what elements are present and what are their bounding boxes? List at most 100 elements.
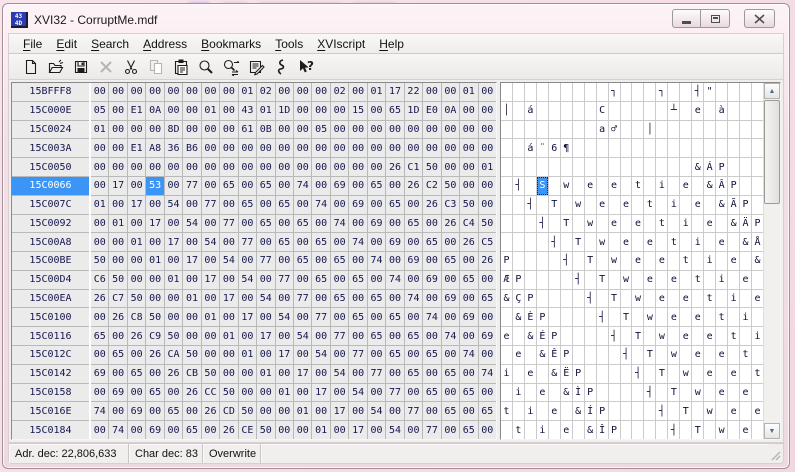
char-cell[interactable]: t — [501, 402, 512, 420]
hex-byte-cell[interactable]: 00 — [423, 83, 440, 101]
char-cell[interactable] — [609, 158, 620, 176]
hex-byte-cell[interactable]: 01 — [165, 271, 182, 289]
hex-byte-cell[interactable]: 00 — [165, 290, 182, 308]
hex-byte-cell[interactable]: 65 — [386, 346, 403, 364]
hex-byte-cell[interactable]: 00 — [91, 139, 108, 157]
char-cell[interactable] — [621, 327, 632, 345]
char-cell[interactable] — [680, 421, 691, 439]
char-cell[interactable]: e — [680, 327, 691, 345]
char-cell[interactable] — [644, 252, 655, 270]
hex-byte-cell[interactable]: 54 — [349, 384, 366, 402]
char-cell[interactable] — [728, 158, 739, 176]
hex-byte-cell[interactable]: 50 — [220, 384, 237, 402]
new-file-button[interactable] — [18, 56, 43, 78]
char-cell[interactable] — [728, 384, 739, 402]
hex-byte-cell[interactable]: 50 — [165, 327, 182, 345]
char-cell[interactable] — [752, 177, 763, 195]
hex-byte-cell[interactable]: 00 — [294, 308, 311, 326]
char-cell[interactable] — [680, 233, 691, 251]
hex-byte-cell[interactable]: 26 — [386, 158, 403, 176]
char-cell[interactable]: P — [752, 215, 763, 233]
hex-byte-cell[interactable]: 50 — [239, 402, 256, 420]
char-cell[interactable] — [609, 196, 620, 214]
hex-byte-cell[interactable]: 00 — [146, 196, 163, 214]
hex-byte-cell[interactable]: 65 — [368, 327, 385, 345]
hex-byte-cell[interactable]: 00 — [146, 271, 163, 289]
char-cell[interactable] — [632, 402, 643, 420]
hex-byte-cell[interactable]: 00 — [368, 121, 385, 139]
char-cell[interactable] — [549, 271, 560, 289]
hex-byte-cell[interactable]: 00 — [349, 158, 366, 176]
char-cell[interactable]: w — [680, 365, 691, 383]
hex-byte-cell[interactable]: 00 — [331, 102, 348, 120]
hex-byte-cell[interactable]: 00 — [294, 346, 311, 364]
hex-byte-cell[interactable]: 65 — [165, 402, 182, 420]
char-cell[interactable] — [573, 346, 584, 364]
char-cell[interactable] — [561, 327, 572, 345]
char-cell[interactable]: w — [585, 215, 596, 233]
char-cell[interactable]: e — [561, 421, 572, 439]
hex-byte-cell[interactable]: 00 — [349, 402, 366, 420]
char-cell[interactable] — [632, 233, 643, 251]
hex-byte-cell[interactable]: 00 — [128, 421, 145, 439]
hex-byte-cell[interactable]: 69 — [128, 402, 145, 420]
hex-byte-cell[interactable]: 00 — [165, 177, 182, 195]
char-cell[interactable]: w — [668, 346, 679, 364]
char-cell[interactable] — [609, 233, 620, 251]
hex-byte-cell[interactable]: 65 — [442, 365, 459, 383]
hex-byte-cell[interactable]: 00 — [165, 83, 182, 101]
hex-byte-cell[interactable]: 00 — [294, 233, 311, 251]
char-cell[interactable]: Ì — [573, 384, 584, 402]
char-cell[interactable] — [716, 327, 727, 345]
char-cell[interactable]: e — [716, 384, 727, 402]
char-cell[interactable] — [704, 139, 715, 157]
hex-byte-cell[interactable]: 00 — [276, 365, 293, 383]
char-cell[interactable] — [621, 83, 632, 101]
char-cell[interactable]: È — [525, 308, 536, 326]
char-cell[interactable]: e — [585, 177, 596, 195]
hex-byte-cell[interactable]: CB — [183, 365, 200, 383]
char-cell[interactable] — [609, 139, 620, 157]
char-cell[interactable] — [501, 215, 512, 233]
char-cell[interactable] — [573, 215, 584, 233]
char-cell[interactable] — [728, 83, 739, 101]
char-cell[interactable] — [573, 139, 584, 157]
hex-byte-cell[interactable]: 00 — [423, 215, 440, 233]
hex-byte-cell[interactable]: 00 — [479, 121, 496, 139]
char-cell[interactable] — [597, 384, 608, 402]
char-cell[interactable] — [621, 421, 632, 439]
char-cell[interactable] — [728, 271, 739, 289]
char-cell[interactable]: e — [692, 102, 703, 120]
char-cell[interactable] — [752, 271, 763, 289]
char-cell[interactable]: e — [704, 365, 715, 383]
char-cell[interactable]: i — [740, 308, 751, 326]
char-cell[interactable] — [632, 139, 643, 157]
hex-byte-cell[interactable]: 00 — [202, 215, 219, 233]
char-cell[interactable] — [632, 384, 643, 402]
hex-byte-cell[interactable]: 69 — [423, 271, 440, 289]
hex-byte-cell[interactable]: 77 — [202, 196, 219, 214]
char-cell[interactable]: t — [632, 177, 643, 195]
hex-byte-cell[interactable]: 00 — [368, 271, 385, 289]
hex-byte-cell[interactable]: 00 — [239, 365, 256, 383]
char-cell[interactable]: e — [656, 290, 667, 308]
char-cell[interactable] — [656, 196, 667, 214]
char-cell[interactable] — [609, 271, 620, 289]
char-cell[interactable]: ┤ — [549, 233, 560, 251]
char-cell[interactable]: ┴ — [668, 102, 679, 120]
char-cell[interactable]: e — [621, 196, 632, 214]
char-cell[interactable] — [573, 252, 584, 270]
hex-byte-cell[interactable]: 65 — [405, 365, 422, 383]
char-cell[interactable]: T — [585, 252, 596, 270]
hex-byte-cell[interactable]: 00 — [312, 215, 329, 233]
hex-byte-cell[interactable]: 00 — [331, 158, 348, 176]
char-cell[interactable]: & — [692, 158, 703, 176]
char-cell[interactable]: │ — [501, 102, 512, 120]
hex-byte-cell[interactable]: 26 — [202, 402, 219, 420]
char-cell[interactable] — [501, 139, 512, 157]
char-cell[interactable] — [644, 290, 655, 308]
hex-byte-cell[interactable]: 74 — [442, 327, 459, 345]
char-cell[interactable] — [501, 308, 512, 326]
char-cell[interactable] — [549, 290, 560, 308]
char-cell[interactable] — [752, 158, 763, 176]
